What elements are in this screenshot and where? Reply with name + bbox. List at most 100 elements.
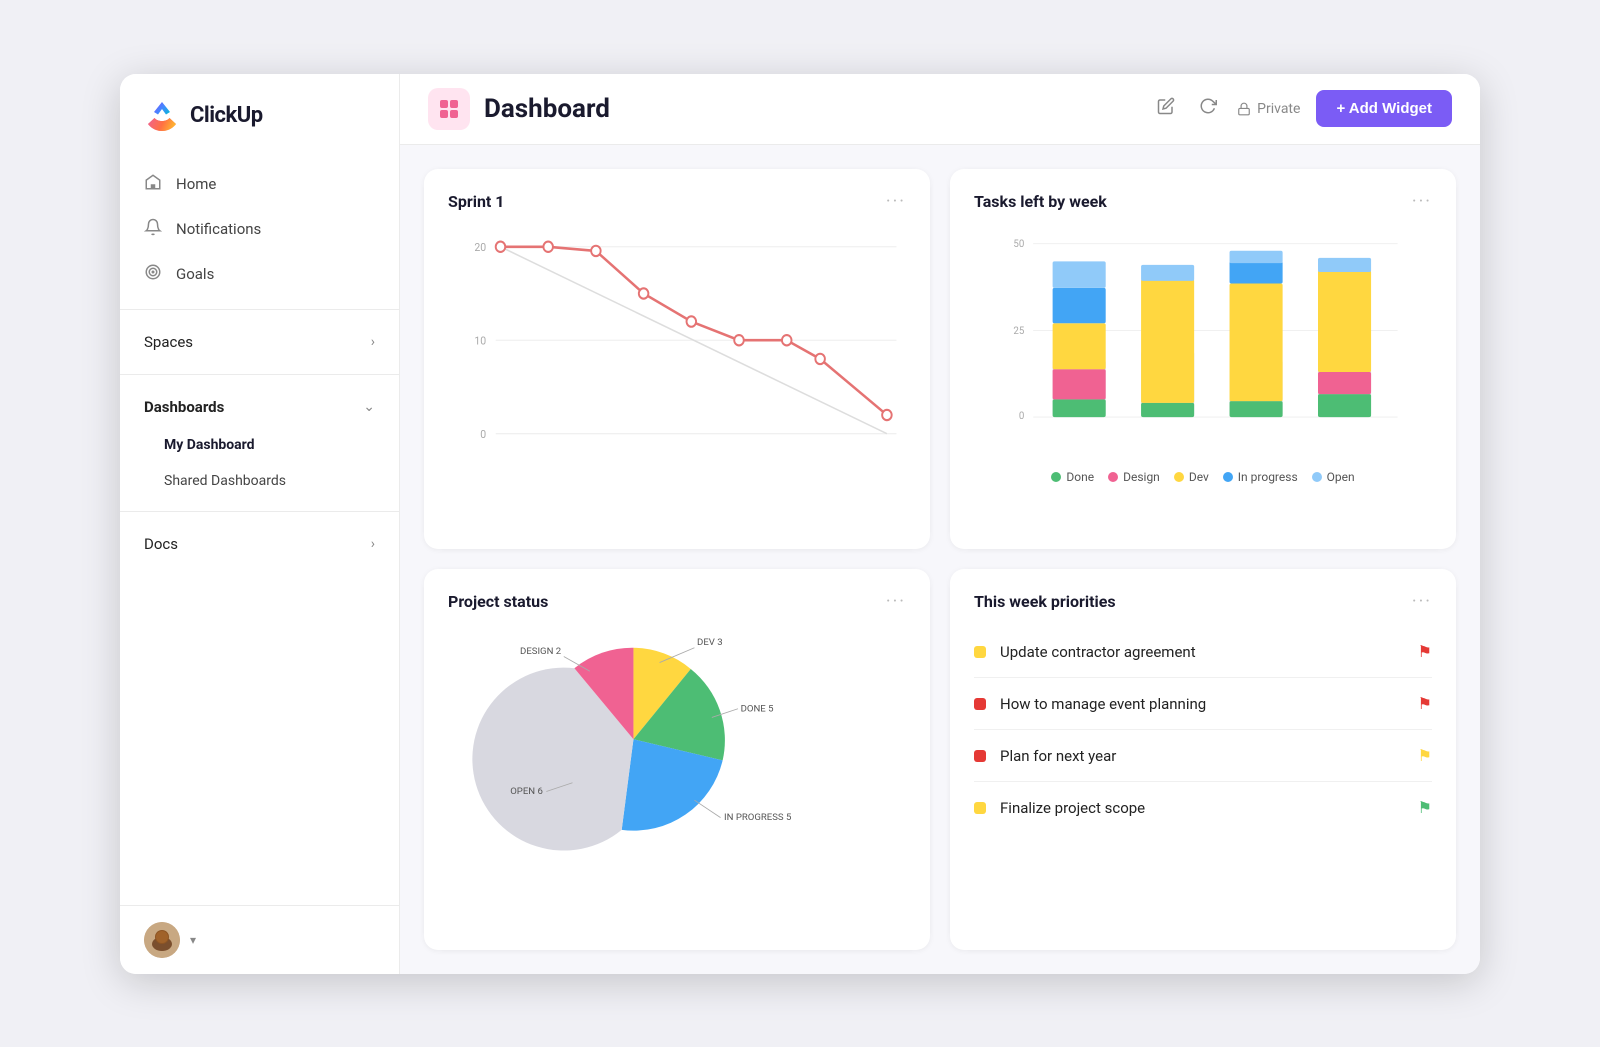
legend-design-dot xyxy=(1108,472,1118,482)
legend-inprogress: In progress xyxy=(1223,470,1298,484)
chevron-down-icon: ⌄ xyxy=(363,399,375,415)
logo-text: ClickUp xyxy=(190,103,263,128)
nav-divider-1 xyxy=(120,309,399,310)
priorities-list: Update contractor agreement ⚑ How to man… xyxy=(974,626,1432,833)
priority-item-2: How to manage event planning ⚑ xyxy=(974,678,1432,730)
nav-divider-3 xyxy=(120,511,399,512)
sidebar-item-my-dashboard[interactable]: My Dashboard xyxy=(120,427,399,463)
spaces-label: Spaces xyxy=(144,333,193,351)
tasks-by-week-widget: Tasks left by week ··· 50 25 0 xyxy=(950,169,1456,550)
main-content: Dashboard Private + Add Widget xyxy=(400,74,1480,974)
priority-3-label: Plan for next year xyxy=(1000,747,1116,765)
page-title: Dashboard xyxy=(484,94,610,124)
priority-3-left: Plan for next year xyxy=(974,747,1116,765)
priority-2-flag: ⚑ xyxy=(1418,694,1432,713)
legend-design-label: Design xyxy=(1123,470,1160,484)
shared-dashboards-label: Shared Dashboards xyxy=(164,473,286,489)
tasks-title: Tasks left by week xyxy=(974,192,1107,211)
sidebar-logo: ClickUp xyxy=(120,74,399,154)
sidebar-item-goals[interactable]: Goals xyxy=(120,252,399,297)
chevron-right-icon: › xyxy=(371,334,375,350)
private-label: Private xyxy=(1257,101,1300,117)
legend-dev-dot xyxy=(1174,472,1184,482)
avatar-chevron-icon[interactable]: ▾ xyxy=(190,933,196,947)
svg-text:0: 0 xyxy=(1019,410,1024,421)
bar-chart-area: 50 25 0 xyxy=(974,226,1432,496)
svg-text:50: 50 xyxy=(1013,239,1024,250)
priority-1-label: Update contractor agreement xyxy=(1000,643,1196,661)
sidebar-item-notifications[interactable]: Notifications xyxy=(120,207,399,252)
nav-divider-2 xyxy=(120,374,399,375)
priority-4-label: Finalize project scope xyxy=(1000,799,1145,817)
legend-open-label: Open xyxy=(1327,470,1355,484)
dashboard-grid-icon xyxy=(438,98,460,120)
sprint-widget-header: Sprint 1 ··· xyxy=(448,191,906,212)
sprint-chart-svg: 20 10 0 xyxy=(448,226,906,496)
legend-inprogress-label: In progress xyxy=(1238,470,1298,484)
dashboards-label: Dashboards xyxy=(144,398,224,416)
goals-icon xyxy=(144,263,162,286)
priority-1-dot xyxy=(974,646,986,658)
project-status-title: Project status xyxy=(448,592,548,611)
legend-done: Done xyxy=(1051,470,1094,484)
legend-dev-label: Dev xyxy=(1189,470,1209,484)
topbar-left: Dashboard xyxy=(428,88,610,130)
private-badge: Private xyxy=(1237,101,1300,117)
content-grid: Sprint 1 ··· 20 10 0 xyxy=(400,145,1480,974)
sidebar-section-spaces[interactable]: Spaces › xyxy=(120,322,399,362)
svg-text:OPEN 6: OPEN 6 xyxy=(510,786,543,797)
bell-icon xyxy=(144,218,162,241)
svg-text:DONE 5: DONE 5 xyxy=(741,703,774,714)
legend-open: Open xyxy=(1312,470,1355,484)
clickup-logo-icon xyxy=(144,98,180,134)
priorities-header: This week priorities ··· xyxy=(974,591,1432,612)
priority-2-label: How to manage event planning xyxy=(1000,695,1206,713)
project-status-widget: Project status ··· xyxy=(424,569,930,950)
svg-text:0: 0 xyxy=(480,427,486,441)
home-label: Home xyxy=(176,175,216,193)
sidebar-section-docs[interactable]: Docs › xyxy=(120,524,399,564)
tasks-menu-button[interactable]: ··· xyxy=(1412,191,1432,212)
priority-4-flag: ⚑ xyxy=(1418,798,1432,817)
priority-1-left: Update contractor agreement xyxy=(974,643,1196,661)
sidebar-item-shared-dashboards[interactable]: Shared Dashboards xyxy=(120,463,399,499)
edit-button[interactable] xyxy=(1153,93,1179,124)
svg-text:20: 20 xyxy=(474,240,486,254)
priority-3-dot xyxy=(974,750,986,762)
dashboard-icon-box xyxy=(428,88,470,130)
add-widget-button[interactable]: + Add Widget xyxy=(1316,90,1452,127)
notifications-label: Notifications xyxy=(176,220,261,238)
sprint-title: Sprint 1 xyxy=(448,192,504,211)
legend-done-label: Done xyxy=(1066,470,1094,484)
legend-open-dot xyxy=(1312,472,1322,482)
priorities-widget: This week priorities ··· Update contract… xyxy=(950,569,1456,950)
app-window: ClickUp Home Notifications Goals xyxy=(120,74,1480,974)
sprint-menu-button[interactable]: ··· xyxy=(886,191,906,212)
sidebar-item-home[interactable]: Home xyxy=(120,162,399,207)
legend-inprogress-dot xyxy=(1223,472,1233,482)
avatar[interactable] xyxy=(144,922,180,958)
bar-chart-svg: 50 25 0 xyxy=(974,226,1432,456)
topbar-right: Private + Add Widget xyxy=(1153,90,1452,127)
project-status-header: Project status ··· xyxy=(448,591,906,612)
goals-label: Goals xyxy=(176,265,214,283)
priority-1-flag: ⚑ xyxy=(1418,642,1432,661)
sidebar-section-dashboards[interactable]: Dashboards ⌄ xyxy=(120,387,399,427)
docs-label: Docs xyxy=(144,535,178,553)
svg-text:DESIGN 2: DESIGN 2 xyxy=(520,646,562,657)
sprint-widget: Sprint 1 ··· 20 10 0 xyxy=(424,169,930,550)
refresh-button[interactable] xyxy=(1195,93,1221,124)
priority-2-dot xyxy=(974,698,986,710)
priorities-menu-button[interactable]: ··· xyxy=(1412,591,1432,612)
pie-chart-svg: DEV 3 DONE 5 IN PROGRESS 5 OPEN 6 DESIGN… xyxy=(448,626,906,896)
priorities-title: This week priorities xyxy=(974,592,1116,611)
pie-chart-area: DEV 3 DONE 5 IN PROGRESS 5 OPEN 6 DESIGN… xyxy=(448,626,906,896)
my-dashboard-label: My Dashboard xyxy=(164,437,255,453)
priority-2-left: How to manage event planning xyxy=(974,695,1206,713)
project-status-menu-button[interactable]: ··· xyxy=(886,591,906,612)
priority-item-1: Update contractor agreement ⚑ xyxy=(974,626,1432,678)
chevron-right-icon-docs: › xyxy=(371,536,375,552)
sidebar: ClickUp Home Notifications Goals xyxy=(120,74,400,974)
svg-text:IN PROGRESS 5: IN PROGRESS 5 xyxy=(724,812,791,823)
priority-4-dot xyxy=(974,802,986,814)
